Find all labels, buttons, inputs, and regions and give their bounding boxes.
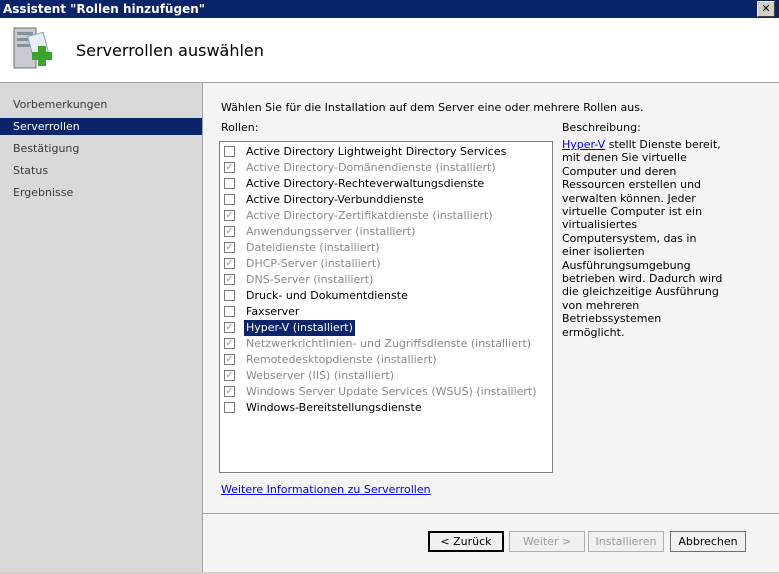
description-body: stellt Dienste bereit, mit denen Sie vir… [562, 138, 723, 339]
close-button[interactable]: ✕ [757, 1, 775, 17]
role-checkbox[interactable] [224, 322, 235, 333]
role-label: Druck- und Dokumentdienste [246, 289, 408, 302]
window-title: Assistent "Rollen hinzufügen" [3, 2, 205, 16]
role-label: Active Directory-Domänendienste (install… [246, 161, 496, 174]
role-label: Anwendungsserver (installiert) [246, 225, 416, 238]
back-button[interactable]: < Zurück [428, 531, 504, 552]
description-text: Hyper-V stellt Dienste bereit, mit denen… [562, 138, 727, 339]
role-label: DNS-Server (installiert) [246, 273, 374, 286]
description-label: Beschreibung: [562, 121, 641, 134]
role-checkbox[interactable] [224, 242, 235, 253]
wizard-content: Wählen Sie für die Installation auf dem … [203, 83, 779, 572]
instruction-text: Wählen Sie für die Installation auf dem … [221, 101, 644, 114]
role-checkbox[interactable] [224, 386, 235, 397]
role-label: Dateidienste (installiert) [246, 241, 380, 254]
role-checkbox[interactable] [224, 226, 235, 237]
cancel-button[interactable]: Abbrechen [670, 531, 746, 552]
separator [203, 513, 779, 515]
nav-item-bestaetigung[interactable]: Bestätigung [0, 140, 202, 157]
server-add-icon [13, 27, 52, 69]
role-label: Remotedesktopdienste (installiert) [246, 353, 437, 366]
role-label: Windows Server Update Services (WSUS) (i… [246, 385, 537, 398]
next-button[interactable]: Weiter > [509, 531, 585, 552]
role-label: Active Directory Lightweight Directory S… [246, 145, 507, 158]
role-checkbox[interactable] [224, 338, 235, 349]
more-info-link[interactable]: Weitere Informationen zu Serverrollen [221, 483, 431, 496]
page-title: Serverrollen auswählen [76, 41, 264, 60]
role-checkbox[interactable] [224, 306, 235, 317]
role-label: Webserver (IIS) (installiert) [246, 369, 395, 382]
role-checkbox[interactable] [224, 290, 235, 301]
nav-item-status[interactable]: Status [0, 162, 202, 179]
wizard-nav: Vorbemerkungen Serverrollen Bestätigung … [0, 83, 203, 572]
role-label: Hyper-V (installiert) [244, 320, 355, 336]
role-checkbox[interactable] [224, 402, 235, 413]
close-icon: ✕ [761, 2, 771, 15]
nav-item-ergebnisse[interactable]: Ergebnisse [0, 184, 202, 201]
wizard-header: Serverrollen auswählen [0, 18, 779, 83]
role-checkbox[interactable] [224, 210, 235, 221]
title-bar: Assistent "Rollen hinzufügen" ✕ [0, 0, 779, 18]
nav-item-serverrollen[interactable]: Serverrollen [0, 118, 202, 135]
role-checkbox[interactable] [224, 274, 235, 285]
nav-item-vorbemerkungen[interactable]: Vorbemerkungen [0, 96, 202, 113]
role-checkbox[interactable] [224, 370, 235, 381]
role-label: Windows-Bereitstellungsdienste [246, 401, 422, 414]
role-checkbox[interactable] [224, 178, 235, 189]
roles-list[interactable]: Active Directory Lightweight Directory S… [219, 141, 553, 473]
role-checkbox[interactable] [224, 258, 235, 269]
role-label: DHCP-Server (installiert) [246, 257, 381, 270]
role-label: Faxserver [246, 305, 300, 318]
role-label: Netzwerkrichtlinien- und Zugriffsdienste… [246, 337, 532, 350]
role-label: Active Directory-Zertifikatdienste (inst… [246, 209, 493, 222]
roles-label: Rollen: [221, 121, 259, 134]
role-label: Active Directory-Verbunddienste [246, 193, 424, 206]
role-label: Active Directory-Rechteverwaltungsdienst… [246, 177, 485, 190]
role-checkbox[interactable] [224, 194, 235, 205]
install-button[interactable]: Installieren [588, 531, 664, 552]
description-link[interactable]: Hyper-V [562, 138, 605, 151]
role-checkbox[interactable] [224, 354, 235, 365]
role-checkbox[interactable] [224, 162, 235, 173]
role-checkbox[interactable] [224, 146, 235, 157]
